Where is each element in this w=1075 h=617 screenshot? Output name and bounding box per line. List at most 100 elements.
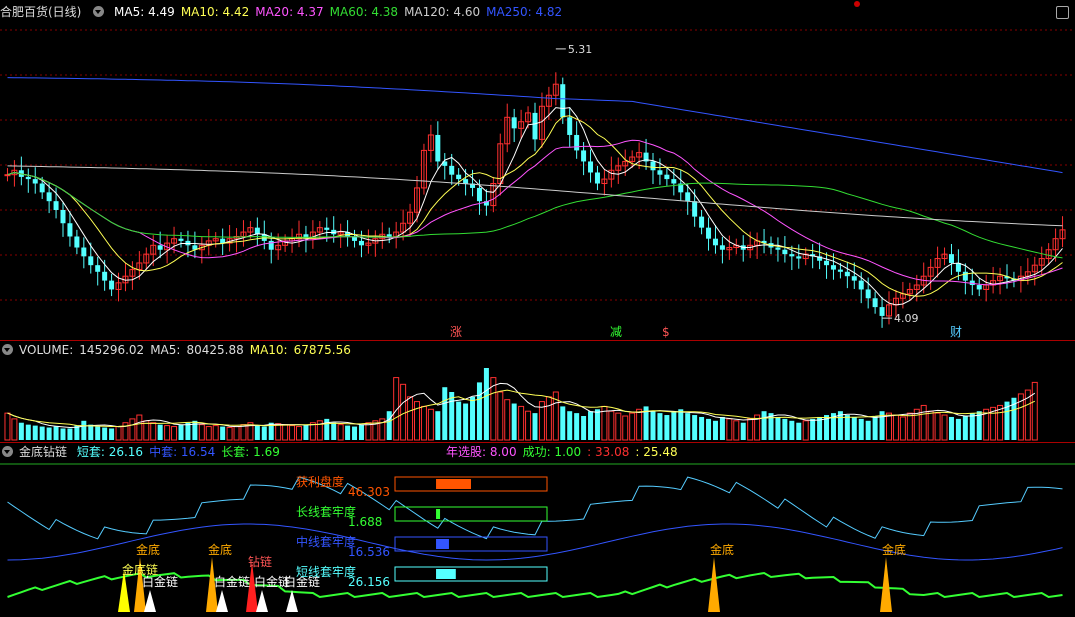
candle-down (796, 256, 802, 259)
candle-up (4, 174, 11, 177)
volume-bar-down (46, 427, 52, 440)
volume-bar-up (115, 426, 122, 441)
volume-bar-down (581, 416, 587, 440)
divider (0, 340, 1075, 341)
candle-down (594, 172, 600, 184)
candle-down (511, 117, 517, 129)
signal-label: 白金链 (142, 574, 178, 589)
candle-down (719, 245, 725, 250)
candle-down (39, 183, 45, 193)
volume-bar-down (39, 426, 45, 440)
volume-bar-up (11, 418, 18, 441)
volume-bar-up (164, 425, 171, 441)
volume-bar-down (712, 420, 718, 440)
volume-bar-up (615, 412, 622, 441)
indicator-item: 长套: 1.69 (221, 445, 280, 459)
gauge-fill (436, 479, 471, 489)
indicator-stats: 年选股: 8.00 成功: 1.00: 33.08: 25.48 (446, 444, 684, 460)
candle-down (782, 249, 788, 255)
volume-bar-up (198, 424, 205, 441)
volume-bar-down (567, 411, 573, 440)
candle-down (449, 165, 455, 175)
gauge-fill (436, 539, 449, 549)
candle-down (324, 227, 330, 230)
volume-bar-up (240, 424, 247, 441)
volume-bar-up (733, 420, 740, 441)
candle-down (88, 256, 94, 266)
candle-down (254, 227, 260, 235)
volume-bar-up (150, 422, 157, 441)
indicator-collapse-icon[interactable] (2, 446, 13, 457)
candle-down (879, 307, 885, 316)
gauge-value: 16.536 (348, 545, 390, 559)
volume-bar-down (18, 422, 24, 440)
volume-bar-down (352, 426, 358, 440)
volume-bar-up (171, 426, 178, 441)
price-chart: 5.31 4.09 涨 减 $ 财 (0, 29, 1075, 339)
volume-bar-down (775, 416, 781, 440)
candle-down (574, 134, 580, 151)
volume-bar-up (920, 404, 927, 441)
volume-bar-down (53, 426, 59, 440)
volume-bar-up (212, 425, 219, 441)
volume-bar-up (414, 401, 420, 441)
candle-down (775, 247, 781, 250)
volume-bar-down (32, 425, 38, 440)
volume-bar-up (136, 414, 143, 441)
volume-bar-down (594, 409, 600, 440)
volume-bar-down (303, 424, 309, 440)
candle-down (699, 216, 705, 228)
volume-bar-up (129, 418, 136, 441)
gauge-label: 长线套牢度 (296, 505, 357, 519)
volume-bar-down (657, 413, 663, 440)
signal-label: 金底 (136, 542, 160, 557)
signal-label: 金底 (710, 542, 734, 557)
volume-bar-up (726, 418, 733, 441)
signal-label: 白金链 (214, 574, 250, 589)
volume-bar-down (386, 411, 392, 440)
candle-down (386, 234, 392, 237)
volume-bar-up (997, 404, 1004, 441)
volume-bar-up (226, 427, 233, 441)
volume-bar-down (962, 416, 968, 440)
volume-bar-down (178, 424, 184, 440)
volume-header: VOLUME: 145296.02 MA5: 80425.88 MA10: 67875.5… (0, 342, 357, 358)
volume-bar-up (608, 410, 615, 441)
volume-bar-up (934, 412, 941, 441)
indicator-stat: : 33.08 (587, 445, 630, 459)
candle-down (844, 271, 850, 277)
candle-down (109, 280, 115, 290)
volume-bar-up (233, 426, 240, 441)
volume-bar-up (282, 424, 289, 441)
volume-bar-down (331, 422, 337, 440)
candle-down (685, 192, 691, 202)
event-marker: 财 (950, 325, 962, 339)
volume-bar-down (796, 422, 802, 440)
candle-down (560, 84, 566, 118)
indicator-header: 金底钻链 短套: 26.16 中套: 16.54 长套: 1.69 年选股: 8.0… (0, 444, 678, 460)
candle-down (102, 271, 108, 281)
gauge-frame (394, 536, 548, 552)
event-marker: 减 (610, 325, 622, 339)
candle-down (67, 223, 73, 237)
volume-bar-down (185, 422, 191, 440)
volume-bar-up (892, 414, 899, 441)
volume-bar-down (358, 424, 364, 440)
volume-bar-down (435, 411, 441, 440)
volume-bar-down (254, 425, 260, 440)
candle-down (532, 112, 538, 140)
volume-bar-down (789, 420, 795, 440)
candle-down (955, 262, 961, 272)
volume-bar-down (532, 413, 538, 440)
volume-bar-down (560, 406, 566, 440)
volume-chart (4, 368, 1038, 441)
candle-down (567, 117, 573, 135)
volume-bar-down (851, 416, 857, 440)
signal-triangle (256, 590, 268, 612)
volume-bar-down (782, 418, 788, 440)
volume-collapse-icon[interactable] (2, 344, 13, 355)
signal-label: 金底 (882, 542, 906, 557)
indicator-chart: 金底 金底 金底 金底钻链金底链白金链 白金链 白金链白金链 (0, 463, 1075, 612)
volume-bar-up (420, 405, 427, 441)
candle-down (456, 174, 462, 180)
